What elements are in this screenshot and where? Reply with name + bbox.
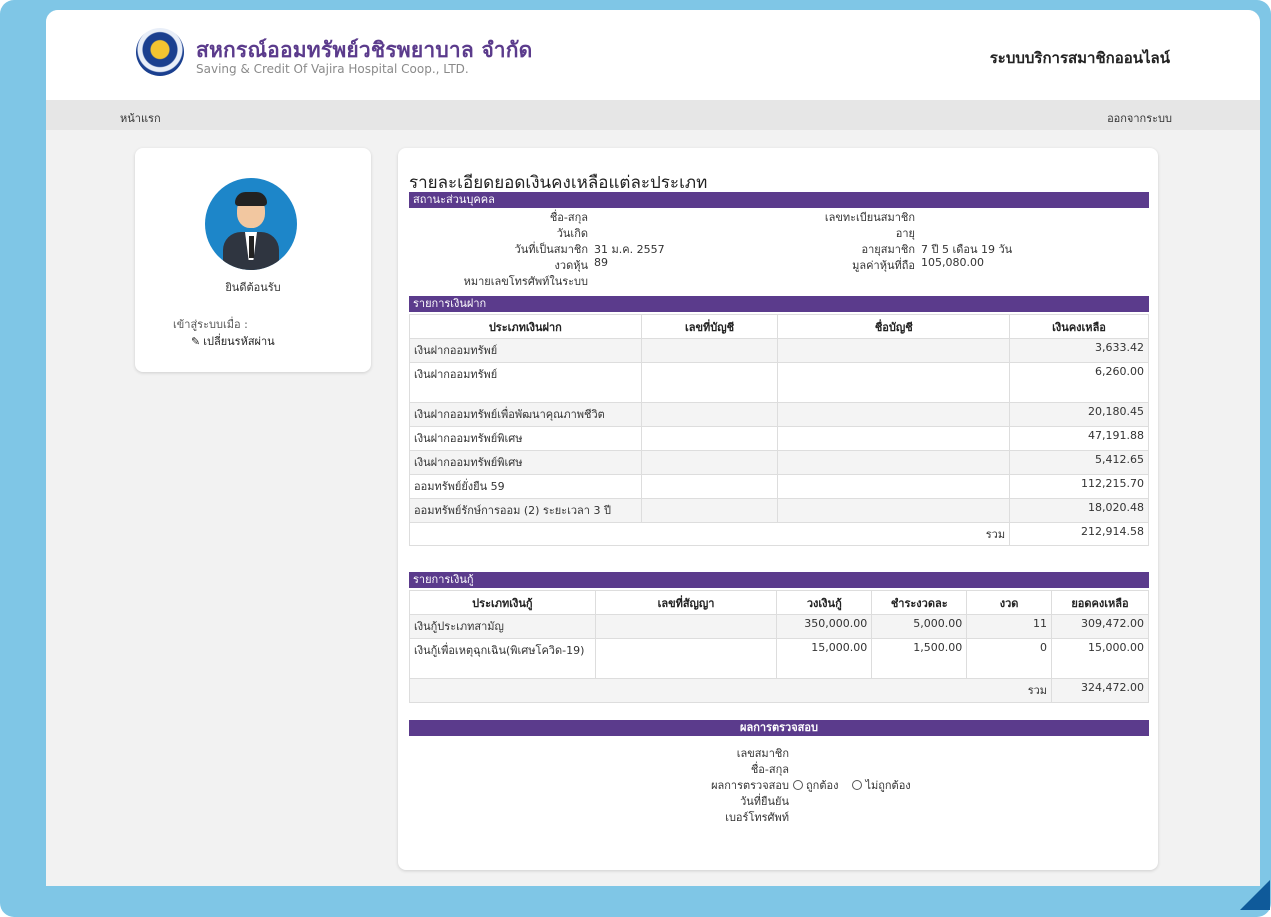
system-title: ระบบบริการสมาชิกออนไลน์ bbox=[989, 49, 1170, 67]
deposit-col-name: ชื่อบัญชี bbox=[777, 314, 1011, 339]
radio-correct[interactable] bbox=[793, 780, 803, 790]
avatar-hair bbox=[235, 192, 267, 206]
table-row: เงินฝากออมทรัพย์เพื่อพัฒนาคุณภาพชีวิต 20… bbox=[409, 402, 1149, 427]
loan-total-row: รวม 324,472.00 bbox=[408, 678, 1149, 703]
loan-limit: 350,000.00 bbox=[776, 614, 873, 639]
deposit-total-row: รวม 212,914.58 bbox=[408, 522, 1149, 546]
balance-card: รายละเอียดยอดเงินคงเหลือแต่ละประเภท สถาน… bbox=[398, 148, 1158, 870]
nav-home-link[interactable]: หน้าแรก bbox=[120, 109, 161, 127]
deposit-total-value: 212,914.58 bbox=[1009, 522, 1149, 546]
loan-col-limit: วงเงินกู้ bbox=[776, 590, 873, 615]
personal-section-header: สถานะส่วนบุคคล bbox=[409, 192, 1149, 208]
profile-card: ยินดีต้อนรับ เข้าสู่ระบบเมื่อ : ✎ เปลี่ยน… bbox=[135, 148, 371, 372]
navbar: หน้าแรก ออกจากระบบ bbox=[46, 100, 1260, 130]
loan-balance: 309,472.00 bbox=[1051, 614, 1149, 639]
deposit-type: เงินฝากออมทรัพย์เพื่อพัฒนาคุณภาพชีวิต bbox=[409, 402, 642, 427]
loan-balance: 15,000.00 bbox=[1051, 638, 1149, 679]
loan-total-value: 324,472.00 bbox=[1051, 678, 1149, 703]
share-value-label: มูลค่าหุ้นที่ถือ bbox=[852, 259, 915, 272]
deposit-type: เงินฝากออมทรัพย์ bbox=[409, 338, 642, 363]
table-row: เงินฝากออมทรัพย์พิเศษ 47,191.88 bbox=[409, 426, 1149, 451]
deposit-type: เงินฝากออมทรัพย์พิเศษ bbox=[409, 426, 642, 451]
deposit-type: ออมทรัพย์ยั่งยืน 59 bbox=[409, 474, 642, 499]
loan-section-header: รายการเงินกู้ bbox=[409, 572, 1149, 588]
radio-incorrect-label: ไม่ถูกต้อง bbox=[865, 779, 911, 792]
loan-period: 0 bbox=[966, 638, 1053, 679]
loan-col-period: งวด bbox=[966, 590, 1053, 615]
verification-section-header: ผลการตรวจสอบ bbox=[409, 720, 1149, 736]
deposit-type: เงินฝากออมทรัพย์ bbox=[409, 362, 642, 403]
nav-logout-link[interactable]: ออกจากระบบ bbox=[1107, 109, 1172, 127]
deposit-balance: 20,180.45 bbox=[1009, 402, 1149, 427]
share-period-value: 89 bbox=[594, 256, 608, 269]
welcome-text: ยินดีต้อนรับ bbox=[225, 281, 281, 294]
change-password-link[interactable]: ✎ เปลี่ยนรหัสผ่าน bbox=[191, 332, 275, 350]
pencil-icon: ✎ bbox=[191, 335, 201, 348]
loan-header-row: ประเภทเงินกู้ เลขที่สัญญา วงเงินกู้ ชำระ… bbox=[409, 590, 1149, 615]
login-time-label: เข้าสู่ระบบเมื่อ : bbox=[173, 318, 248, 331]
loan-col-contract: เลขที่สัญญา bbox=[594, 590, 778, 615]
deposit-total-label: รวม bbox=[408, 522, 1011, 546]
change-password-label: เปลี่ยนรหัสผ่าน bbox=[203, 335, 275, 348]
table-row: ออมทรัพย์รักษ์การออม (2) ระยะเวลา 3 ปี 1… bbox=[409, 498, 1149, 523]
verify-phone-label: เบอร์โทรศัพท์ bbox=[725, 811, 789, 824]
deposit-section-header: รายการเงินฝาก bbox=[409, 296, 1149, 312]
avatar-tie bbox=[249, 236, 254, 258]
radio-correct-label: ถูกต้อง bbox=[806, 779, 839, 792]
avatar bbox=[205, 178, 297, 270]
coop-logo-icon bbox=[136, 28, 184, 76]
deposit-balance: 3,633.42 bbox=[1009, 338, 1149, 363]
loan-table: ประเภทเงินกู้ เลขที่สัญญา วงเงินกู้ ชำระ… bbox=[408, 590, 1149, 703]
loan-col-type: ประเภทเงินกู้ bbox=[409, 590, 596, 615]
org-name-en: Saving & Credit Of Vajira Hospital Coop.… bbox=[196, 62, 469, 76]
loan-type: เงินกู้ประเภทสามัญ bbox=[409, 614, 596, 639]
deposit-header-row: ประเภทเงินฝาก เลขที่บัญชี ชื่อบัญชี เงิน… bbox=[409, 314, 1149, 339]
loan-total-label: รวม bbox=[408, 678, 1053, 703]
loan-type: เงินกู้เพื่อเหตุฉุกเฉิน(พิเศษโควิด-19) bbox=[409, 638, 596, 679]
loan-limit: 15,000.00 bbox=[776, 638, 873, 679]
deposit-balance: 6,260.00 bbox=[1009, 362, 1149, 403]
deposit-type: ออมทรัพย์รักษ์การออม (2) ระยะเวลา 3 ปี bbox=[409, 498, 642, 523]
table-row: เงินกู้เพื่อเหตุฉุกเฉิน(พิเศษโควิด-19) 1… bbox=[409, 638, 1149, 679]
deposit-col-account: เลขที่บัญชี bbox=[640, 314, 779, 339]
deposit-table: ประเภทเงินฝาก เลขที่บัญชี ชื่อบัญชี เงิน… bbox=[408, 314, 1149, 546]
verify-result-options: ถูกต้อง ไม่ถูกต้อง bbox=[793, 776, 911, 794]
loan-col-installment: ชำระงวดละ bbox=[871, 590, 968, 615]
table-row: เงินฝากออมทรัพย์พิเศษ 5,412.65 bbox=[409, 450, 1149, 475]
table-row: เงินกู้ประเภทสามัญ 350,000.00 5,000.00 1… bbox=[409, 614, 1149, 639]
table-row: เงินฝากออมทรัพย์ 6,260.00 bbox=[409, 362, 1149, 403]
loan-installment: 5,000.00 bbox=[871, 614, 968, 639]
share-value-amount: 105,080.00 bbox=[921, 256, 984, 269]
page: สหกรณ์ออมทรัพย์วชิรพยาบาล จำกัด Saving &… bbox=[46, 10, 1260, 886]
deposit-balance: 112,215.70 bbox=[1009, 474, 1149, 499]
table-row: เงินฝากออมทรัพย์ 3,633.42 bbox=[409, 338, 1149, 363]
table-row: ออมทรัพย์ยั่งยืน 59 112,215.70 bbox=[409, 474, 1149, 499]
loan-period: 11 bbox=[966, 614, 1053, 639]
loan-col-balance: ยอดคงเหลือ bbox=[1051, 590, 1149, 615]
deposit-balance: 18,020.48 bbox=[1009, 498, 1149, 523]
loan-installment: 1,500.00 bbox=[871, 638, 968, 679]
deposit-col-balance: เงินคงเหลือ bbox=[1009, 314, 1149, 339]
deposit-col-type: ประเภทเงินฝาก bbox=[409, 314, 642, 339]
site-header: สหกรณ์ออมทรัพย์วชิรพยาบาล จำกัด Saving &… bbox=[46, 10, 1260, 100]
deposit-balance: 47,191.88 bbox=[1009, 426, 1149, 451]
radio-incorrect[interactable] bbox=[852, 780, 863, 790]
deposit-balance: 5,412.65 bbox=[1009, 450, 1149, 475]
phone-label: หมายเลขโทรศัพท์ในระบบ bbox=[463, 275, 588, 288]
deposit-type: เงินฝากออมทรัพย์พิเศษ bbox=[409, 450, 642, 475]
